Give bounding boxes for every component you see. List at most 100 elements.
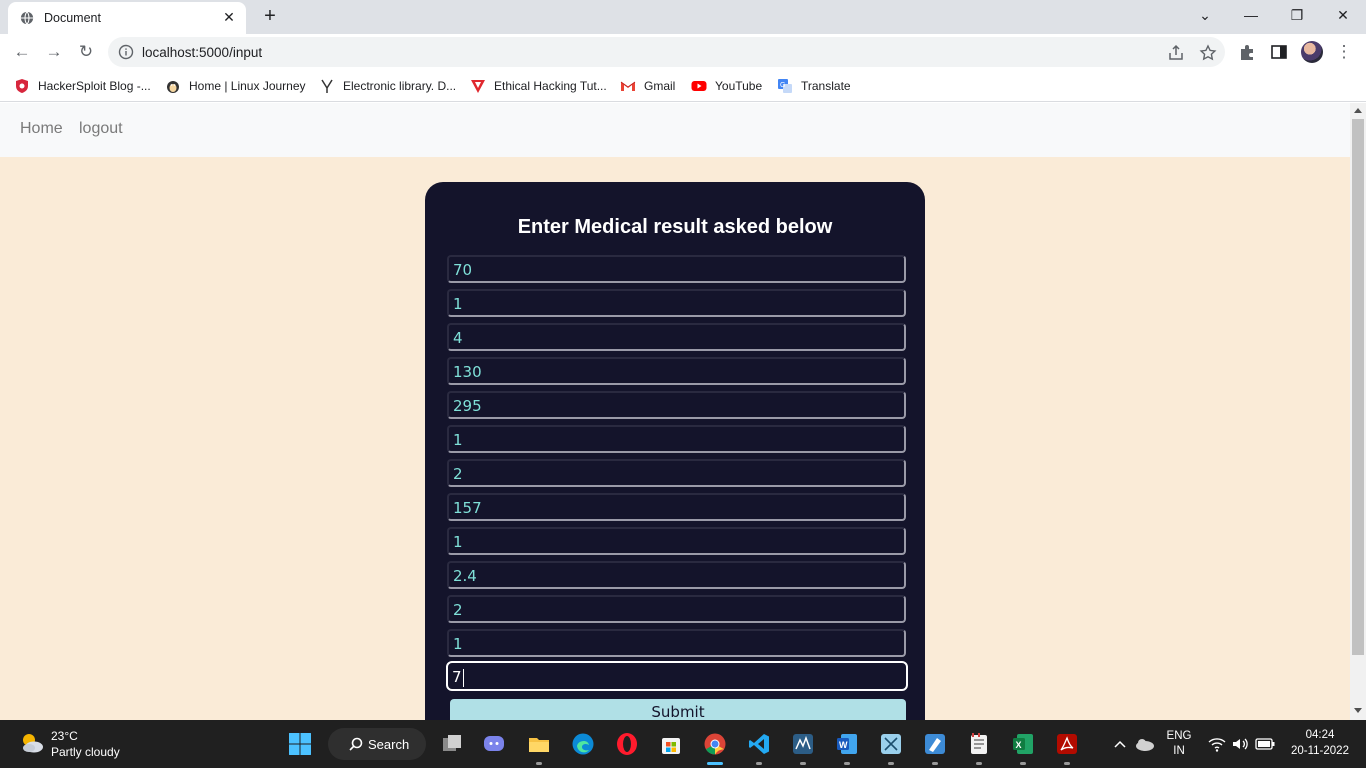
form-input[interactable]: 157: [447, 493, 906, 521]
language-region: IN: [1173, 745, 1185, 757]
search-label: Search: [368, 737, 410, 752]
microsoft-store-icon[interactable]: [659, 732, 683, 756]
minimize-button[interactable]: —: [1228, 0, 1274, 30]
submit-button[interactable]: Submit: [450, 699, 906, 720]
bookmark-linux-journey[interactable]: Home | Linux Journey: [165, 76, 306, 96]
page-viewport: Home logout Enter Medical result asked b…: [0, 103, 1350, 720]
gmail-icon: [620, 81, 636, 91]
volume-icon[interactable]: [1230, 734, 1250, 754]
form-input[interactable]: 2: [447, 459, 906, 487]
focused-input-value: 7: [452, 668, 464, 687]
form-input[interactable]: 2: [447, 595, 906, 623]
side-panel-icon[interactable]: [1270, 43, 1288, 61]
form-title: Enter Medical result asked below: [517, 216, 833, 238]
site-info-icon[interactable]: [118, 44, 134, 60]
chrome-icon[interactable]: [703, 732, 727, 756]
form-input[interactable]: 1: [447, 527, 906, 555]
windows-start-icon[interactable]: [288, 732, 312, 756]
bookmark-electronic-library[interactable]: Electronic library. D...: [319, 76, 456, 96]
page-scrollbar[interactable]: [1350, 103, 1366, 720]
running-indicator: [800, 762, 806, 765]
svg-text:W: W: [839, 740, 848, 750]
vscode-icon[interactable]: [747, 732, 771, 756]
nav-logout-link[interactable]: logout: [79, 120, 123, 138]
bookmark-translate[interactable]: G Translate: [777, 76, 851, 96]
word-icon[interactable]: W: [835, 732, 859, 756]
notepad-icon[interactable]: [967, 732, 991, 756]
clock-time[interactable]: 04:24: [1280, 729, 1360, 741]
form-input[interactable]: 4: [447, 323, 906, 351]
svg-text:G: G: [780, 82, 785, 89]
more-menu-icon[interactable]: ⋮: [1332, 40, 1356, 64]
task-view-icon[interactable]: [440, 732, 464, 756]
extensions-puzzle-icon[interactable]: [1238, 43, 1256, 61]
restore-button[interactable]: ❐: [1274, 0, 1320, 30]
paint-icon[interactable]: [923, 732, 947, 756]
partly-cloudy-icon[interactable]: [18, 730, 46, 756]
form-input[interactable]: 70: [447, 255, 906, 283]
running-indicator: [756, 762, 762, 765]
form-input[interactable]: 2.4: [447, 561, 906, 589]
opera-icon[interactable]: [615, 732, 639, 756]
clock-date: 20-11-2022: [1291, 745, 1349, 757]
share-icon[interactable]: [1167, 44, 1185, 62]
wifi-icon[interactable]: [1207, 734, 1227, 754]
battery-icon[interactable]: [1254, 734, 1276, 754]
bookmarks-bar: HackerSploit Blog -... Home | Linux Jour…: [0, 70, 1366, 102]
penguin-icon: [167, 81, 179, 93]
running-indicator: [536, 762, 542, 765]
form-input-focused[interactable]: 7: [446, 661, 908, 691]
nav-home-link[interactable]: Home: [20, 120, 63, 138]
address-bar[interactable]: localhost:5000/input: [108, 37, 1225, 67]
form-input[interactable]: 1: [447, 629, 906, 657]
bookmark-youtube[interactable]: YouTube: [691, 76, 762, 96]
running-indicator: [888, 762, 894, 765]
acrobat-icon[interactable]: [1055, 732, 1079, 756]
new-tab-button[interactable]: +: [258, 5, 282, 29]
snipping-tool-icon[interactable]: [879, 732, 903, 756]
bookmark-ethical-hacking[interactable]: Ethical Hacking Tut...: [470, 76, 607, 96]
form-input[interactable]: 130: [447, 357, 906, 385]
weather-desc: Partly cloudy: [51, 745, 120, 759]
form-input[interactable]: 1: [447, 289, 906, 317]
reload-icon[interactable]: ↻: [74, 40, 98, 64]
scroll-up-icon[interactable]: [1354, 108, 1362, 113]
language-indicator[interactable]: ENG: [1164, 730, 1194, 742]
text-caret: [462, 668, 464, 687]
active-indicator: [707, 762, 723, 765]
running-indicator: [1020, 762, 1026, 765]
running-indicator: [932, 762, 938, 765]
bookmark-hackersploit[interactable]: HackerSploit Blog -...: [14, 76, 151, 96]
translate-icon: G: [778, 79, 792, 93]
youtube-icon: [691, 81, 707, 91]
onedrive-cloud-icon[interactable]: [1134, 734, 1156, 754]
hackersploit-icon: [16, 79, 28, 93]
browser-tab[interactable]: Document ✕: [8, 2, 246, 34]
excel-icon[interactable]: X: [1011, 732, 1035, 756]
bookmark-star-icon[interactable]: [1199, 44, 1217, 62]
form-input[interactable]: 295: [447, 391, 906, 419]
form-input[interactable]: 1: [447, 425, 906, 453]
mysql-workbench-icon[interactable]: [791, 732, 815, 756]
windows-taskbar: 23°C Partly cloudy Search W X ENG IN 04:…: [0, 720, 1366, 768]
taskbar-search[interactable]: Search: [328, 728, 426, 760]
profile-avatar[interactable]: [1301, 41, 1323, 63]
scroll-thumb[interactable]: [1352, 119, 1364, 655]
back-arrow-icon[interactable]: ←: [10, 40, 34, 64]
teams-chat-icon[interactable]: [482, 732, 506, 756]
close-icon[interactable]: ✕: [220, 8, 238, 26]
svg-text:X: X: [1016, 740, 1022, 750]
scroll-down-icon[interactable]: [1354, 708, 1362, 713]
chevron-up-icon[interactable]: [1110, 734, 1130, 754]
tab-search-chevron-icon[interactable]: ⌄: [1182, 0, 1228, 30]
forward-arrow-icon[interactable]: →: [42, 40, 66, 64]
focused-input-text: 7: [452, 668, 462, 686]
close-window-button[interactable]: ✕: [1320, 0, 1366, 30]
file-explorer-icon[interactable]: [527, 732, 551, 756]
edge-icon[interactable]: [571, 732, 595, 756]
url-text: localhost:5000/input: [142, 45, 263, 60]
browser-toolbar: ← → ↻ localhost:5000/input ⋮: [0, 34, 1366, 70]
hacking-icon: [471, 80, 485, 93]
running-indicator: [1064, 762, 1070, 765]
bookmark-gmail[interactable]: Gmail: [620, 76, 675, 96]
